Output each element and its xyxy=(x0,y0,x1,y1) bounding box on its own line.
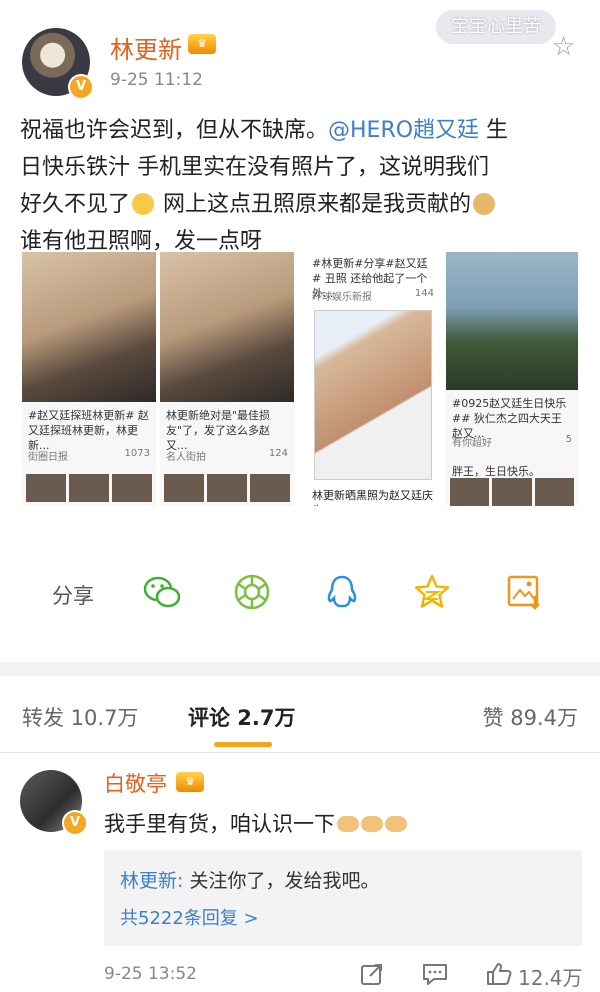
tab-comments[interactable]: 评论 2.7万 xyxy=(188,702,296,732)
watermark: 宝宝心里苦 xyxy=(436,10,556,44)
smile-emoji-icon xyxy=(132,193,155,215)
post-time: 9-25 11:12 xyxy=(110,70,203,90)
post-line-3a: 好久不见了 xyxy=(20,192,131,217)
clap-emoji-icon xyxy=(385,816,407,832)
comment-time: 9-25 13:52 xyxy=(104,964,197,984)
tab-likes[interactable]: 赞 89.4万 xyxy=(483,702,578,732)
star-outline-icon[interactable]: ☆ xyxy=(552,32,575,62)
save-image-icon[interactable] xyxy=(504,572,544,612)
reply-author[interactable]: 林更新: xyxy=(120,870,183,892)
crown-icon: ♛ xyxy=(188,34,216,54)
post-image-1[interactable]: #赵又廷探班林更新# 赵又廷探班林更新，林更新... 街圈日报 1073 xyxy=(22,252,156,506)
more-replies-link[interactable]: 共5222条回复 > xyxy=(120,904,259,930)
verified-badge-icon: V xyxy=(68,74,94,100)
post-line-3b: 网上这点丑照原来都是我贡献的 xyxy=(156,192,472,217)
post-image-4[interactable]: #0925赵又廷生日快乐## 狄仁杰之四大天王赵又... 有你超好 5 胖王，生日… xyxy=(446,252,578,506)
comment-likes-count: 12.4万 xyxy=(518,966,583,990)
like-icon[interactable] xyxy=(486,962,512,991)
active-tab-indicator xyxy=(214,742,272,747)
reply-box[interactable] xyxy=(104,850,582,946)
share-label: 分享 xyxy=(52,584,94,608)
post-line-1: 祝福也许会迟到，但从不缺席。 xyxy=(20,118,329,143)
section-divider xyxy=(0,662,600,676)
wechat-icon[interactable] xyxy=(142,572,182,612)
verified-badge-icon: V xyxy=(62,810,88,836)
post-text: 祝福也许会迟到，但从不缺席。@HERO趙又廷 生 日快乐铁汁 手机里实在没有照片… xyxy=(20,112,580,260)
comment-author[interactable]: 白敬亭 xyxy=(104,768,167,798)
qq-icon[interactable] xyxy=(322,572,362,612)
clap-emoji-icon xyxy=(337,816,359,832)
image-tiles xyxy=(450,478,574,506)
tab-divider xyxy=(0,752,600,753)
post-image-2[interactable]: 林更新绝对是"最佳损友"了，发了这么多赵又... 名人街拍 124 xyxy=(160,252,294,506)
mention-link[interactable]: @HERO趙又廷 xyxy=(328,118,479,143)
reply-line: 林更新: 关注你了，发给我吧。 xyxy=(120,870,380,892)
comment-icon[interactable] xyxy=(422,962,448,991)
comment-text: 我手里有货，咱认识一下 xyxy=(104,808,407,838)
image-tiles xyxy=(26,474,152,502)
clap-emoji-icon xyxy=(361,816,383,832)
image-tiles xyxy=(164,474,290,502)
username[interactable]: 林更新 xyxy=(110,30,182,65)
moments-icon[interactable] xyxy=(232,572,272,612)
post-line-2: 日快乐铁汁 手机里实在没有照片了，这说明我们 xyxy=(20,155,489,180)
repost-icon[interactable] xyxy=(360,962,384,991)
post-image-3[interactable]: #林更新#分享#赵又廷# 丑照 还给他起了一个外... 环球娱乐新报 144 林更… xyxy=(306,252,440,506)
tab-reposts[interactable]: 转发 10.7万 xyxy=(22,702,138,732)
qzone-icon[interactable] xyxy=(412,572,452,612)
crown-icon: ♛ xyxy=(176,772,204,792)
doge-emoji-icon xyxy=(473,193,496,215)
